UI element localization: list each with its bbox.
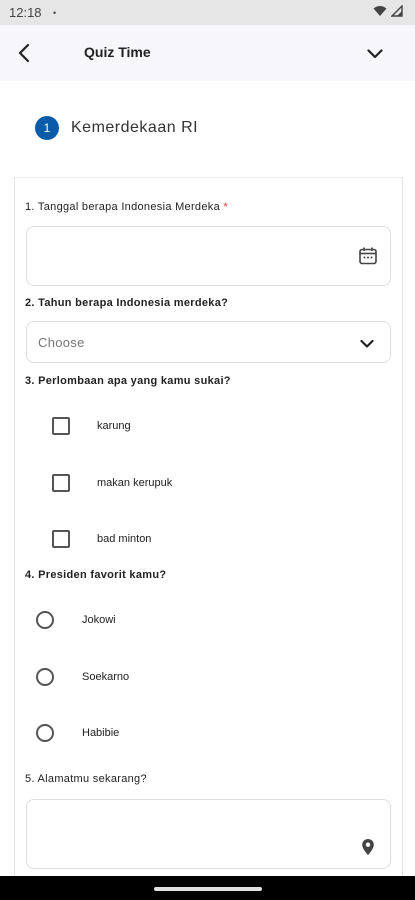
date-field[interactable] — [26, 226, 391, 286]
select-value: Choose — [38, 335, 85, 350]
radio-habibie[interactable] — [36, 724, 54, 742]
chevron-down-icon — [360, 336, 374, 354]
question-1-label: 1. Tanggal berapa Indonesia Merdeka * — [25, 201, 228, 213]
radio-label: Soekarno — [82, 671, 130, 683]
step-number-badge: 1 — [35, 116, 59, 140]
arrow-back-icon — [18, 43, 30, 63]
question-5-label: 5. Alamatmu sekarang? — [25, 773, 147, 785]
calendar-icon[interactable] — [358, 246, 378, 271]
checkbox-label: makan kerupuk — [97, 477, 173, 489]
status-bar: 12:18 • — [0, 0, 415, 25]
checkbox-label: bad minton — [97, 533, 152, 545]
radio-label: Habibie — [82, 727, 120, 739]
question-3-label: 3. Perlombaan apa yang kamu sukai? — [25, 375, 231, 387]
system-nav-bar — [0, 876, 415, 900]
status-time: 12:18 — [9, 5, 42, 20]
question-2-label: 2. Tahun berapa Indonesia merdeka? — [25, 297, 229, 309]
notification-dot-icon: • — [53, 8, 57, 18]
checkbox-bad-minton[interactable] — [52, 530, 70, 548]
radio-jokowi[interactable] — [36, 611, 54, 629]
year-select[interactable]: Choose — [26, 321, 391, 363]
page-title: Quiz Time — [84, 44, 151, 60]
collapse-button[interactable] — [361, 40, 389, 68]
app-bar: Quiz Time — [0, 25, 415, 81]
question-4-label: 4. Presiden favorit kamu? — [25, 569, 167, 581]
chevron-down-icon — [367, 49, 383, 59]
step-title: Kemerdekaan RI — [71, 119, 199, 136]
back-button[interactable] — [10, 39, 38, 67]
checkbox-karung[interactable] — [52, 417, 70, 435]
question-1-text: 1. Tanggal berapa Indonesia Merdeka — [25, 201, 224, 213]
step-header: 1 Kemerdekaan RI — [35, 116, 198, 140]
address-field[interactable] — [26, 799, 391, 869]
location-pin-icon[interactable] — [361, 838, 375, 861]
required-mark: * — [223, 201, 228, 213]
signal-icon — [391, 5, 403, 17]
checkbox-label: karung — [97, 420, 131, 432]
home-handle[interactable] — [154, 887, 262, 891]
status-icons — [373, 5, 403, 17]
wifi-icon — [373, 6, 387, 16]
checkbox-makan-kerupuk[interactable] — [52, 474, 70, 492]
radio-soekarno[interactable] — [36, 668, 54, 686]
radio-label: Jokowi — [82, 614, 116, 626]
